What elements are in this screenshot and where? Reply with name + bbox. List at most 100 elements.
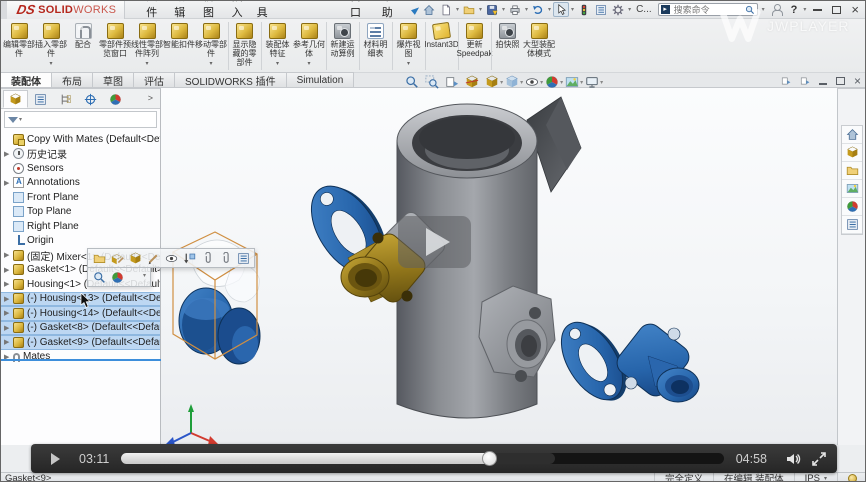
context-toolbar-button[interactable]: [90, 250, 108, 266]
ribbon-button[interactable]: 更新 Speedpak ▾: [458, 22, 490, 70]
ribbon-button[interactable]: 材料明细表 ▾: [359, 22, 391, 70]
tree-item[interactable]: ▶ Top Plane: [1, 205, 160, 220]
progress-bar[interactable]: [121, 453, 723, 464]
panel-tab[interactable]: [78, 90, 103, 108]
context-toolbar-button[interactable]: [234, 250, 252, 266]
headsup-button[interactable]: ▾: [425, 75, 443, 89]
graphics-viewport[interactable]: [161, 88, 837, 472]
help-caret-icon[interactable]: ▾: [803, 6, 806, 13]
context-caret-icon[interactable]: ▾: [143, 272, 146, 279]
tree-item[interactable]: ▶ Annotations: [1, 176, 160, 191]
status-tag-icon-cell[interactable]: [837, 473, 866, 482]
headsup-button[interactable]: ▾: [565, 75, 583, 89]
task-pane-button[interactable]: [842, 216, 862, 234]
new-caret-icon[interactable]: ▾: [456, 6, 459, 13]
command-tab[interactable]: 草图: [92, 72, 134, 87]
panel-tab[interactable]: [53, 90, 78, 108]
options-gear-icon[interactable]: [610, 2, 626, 17]
task-pane-button[interactable]: [842, 144, 862, 162]
context-toolbar-button[interactable]: [144, 250, 162, 266]
panel-tab[interactable]: [3, 90, 28, 108]
doc-close-button[interactable]: ×: [854, 76, 861, 86]
ribbon-button[interactable]: 插入零部件 ▾: [35, 22, 67, 70]
headsup-button[interactable]: ▾: [505, 75, 523, 89]
options-caret-icon[interactable]: ▾: [628, 6, 631, 13]
expand-arrow-icon[interactable]: ▶: [4, 324, 12, 332]
ribbon-button[interactable]: 移动零部件 ▾: [195, 22, 227, 70]
user-account-icon[interactable]: [771, 4, 782, 15]
ribbon-button[interactable]: 配合 ▾: [67, 22, 99, 70]
select-tool-icon[interactable]: [553, 2, 569, 17]
context-toolbar-button[interactable]: [108, 250, 126, 266]
dropdown-caret-icon[interactable]: ▾: [276, 60, 279, 67]
tree-item[interactable]: ▶ Copy With Mates (Default<Default_Di: [1, 132, 160, 147]
task-pane-button[interactable]: [842, 126, 862, 144]
headsup-caret-icon[interactable]: ▾: [500, 79, 503, 86]
headsup-button[interactable]: ▾: [405, 75, 423, 89]
command-tab[interactable]: 布局: [51, 72, 93, 87]
task-pane-button[interactable]: [842, 198, 862, 216]
ribbon-button[interactable]: 编辑零部件 ▾: [3, 22, 35, 70]
expand-arrow-icon[interactable]: ▶: [4, 179, 12, 187]
headsup-button[interactable]: ▾: [465, 75, 483, 89]
panel-tab[interactable]: [103, 90, 128, 108]
help-icon[interactable]: ?: [791, 4, 798, 16]
command-search-input[interactable]: [672, 4, 745, 16]
headsup-caret-icon[interactable]: ▾: [600, 79, 603, 86]
ribbon-button[interactable]: 拍快照 ▾: [491, 22, 523, 70]
print-icon[interactable]: [507, 2, 523, 17]
fullscreen-icon[interactable]: [811, 451, 827, 467]
file-properties-icon[interactable]: [593, 2, 609, 17]
dropdown-caret-icon[interactable]: ▾: [145, 60, 148, 67]
panel-tab[interactable]: [28, 90, 53, 108]
ribbon-button[interactable]: 显示隐藏的零部件 ▾: [228, 22, 260, 70]
save-caret-icon[interactable]: ▾: [502, 6, 505, 13]
ribbon-button[interactable]: 零部件预览窗口 ▾: [99, 22, 131, 70]
pin-icon[interactable]: [410, 4, 411, 16]
save-icon[interactable]: [484, 2, 500, 17]
tree-item[interactable]: ▶ (-) Gasket<9> (Default<<Default>: [1, 335, 160, 350]
headsup-button[interactable]: ▾: [445, 75, 463, 89]
ribbon-button[interactable]: 装配体特征 ▾: [261, 22, 293, 70]
context-toolbar-button[interactable]: [198, 250, 216, 266]
search-caret-icon[interactable]: ▾: [762, 6, 765, 13]
tree-filter-box[interactable]: ▾: [4, 111, 157, 128]
expand-arrow-icon[interactable]: ▶: [4, 251, 12, 259]
ribbon-button[interactable]: 新建运动算例 ▾: [326, 22, 358, 70]
command-tab[interactable]: SOLIDWORKS 插件: [174, 72, 287, 87]
ribbon-button[interactable]: 爆炸视图 ▾: [392, 22, 424, 70]
dropdown-caret-icon[interactable]: ▾: [307, 60, 310, 67]
status-units[interactable]: IPS▾: [794, 473, 837, 482]
context-toolbar-button[interactable]: [126, 250, 144, 266]
open-caret-icon[interactable]: ▾: [479, 6, 482, 13]
headsup-button[interactable]: ▾: [525, 75, 543, 89]
dropdown-caret-icon[interactable]: ▾: [407, 60, 410, 67]
filter-caret-icon[interactable]: ▾: [19, 116, 22, 123]
task-pane-button[interactable]: [842, 162, 862, 180]
units-caret-icon[interactable]: ▾: [824, 475, 827, 482]
ribbon-button[interactable]: 智能扣件 ▾: [163, 22, 195, 70]
tree-item[interactable]: ▶ Mates: [1, 350, 160, 365]
doc-restore-button[interactable]: [836, 77, 845, 85]
progress-knob[interactable]: [482, 451, 497, 466]
expand-arrow-icon[interactable]: ▶: [4, 280, 12, 288]
tree-item[interactable]: ▶ Origin: [1, 234, 160, 249]
ribbon-button[interactable]: 线性零部件阵列 ▾: [131, 22, 163, 70]
task-pane-button[interactable]: [842, 180, 862, 198]
minimize-button[interactable]: [813, 9, 822, 11]
command-tab[interactable]: Simulation: [286, 72, 355, 87]
home-icon[interactable]: [421, 2, 437, 17]
new-document-icon[interactable]: [438, 2, 454, 17]
expand-arrow-icon[interactable]: ▶: [4, 150, 12, 158]
command-tab[interactable]: 装配体: [0, 72, 52, 87]
command-tab[interactable]: 评估: [133, 72, 175, 87]
tree-item[interactable]: ▶ 历史记录: [1, 147, 160, 162]
headsup-caret-icon[interactable]: ▾: [520, 79, 523, 86]
play-button[interactable]: [47, 451, 63, 467]
headsup-button[interactable]: ▾: [545, 75, 563, 89]
dropdown-caret-icon[interactable]: ▾: [209, 60, 212, 67]
expand-arrow-icon[interactable]: ▶: [4, 266, 12, 274]
panel-splitter[interactable]: [1, 359, 161, 361]
rebuild-icon[interactable]: [576, 2, 592, 17]
tree-item[interactable]: ▶ (-) Gasket<8> (Default<<Default>: [1, 321, 160, 336]
